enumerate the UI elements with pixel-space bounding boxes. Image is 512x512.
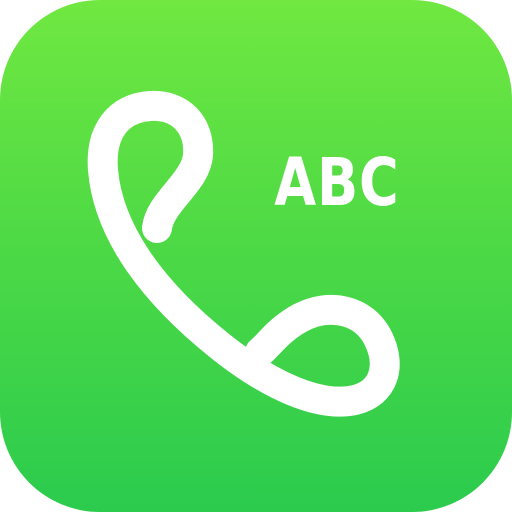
phone-handset-icon xyxy=(87,90,400,417)
app-icon[interactable]: ABC xyxy=(0,0,512,512)
abc-label: ABC xyxy=(274,144,400,221)
